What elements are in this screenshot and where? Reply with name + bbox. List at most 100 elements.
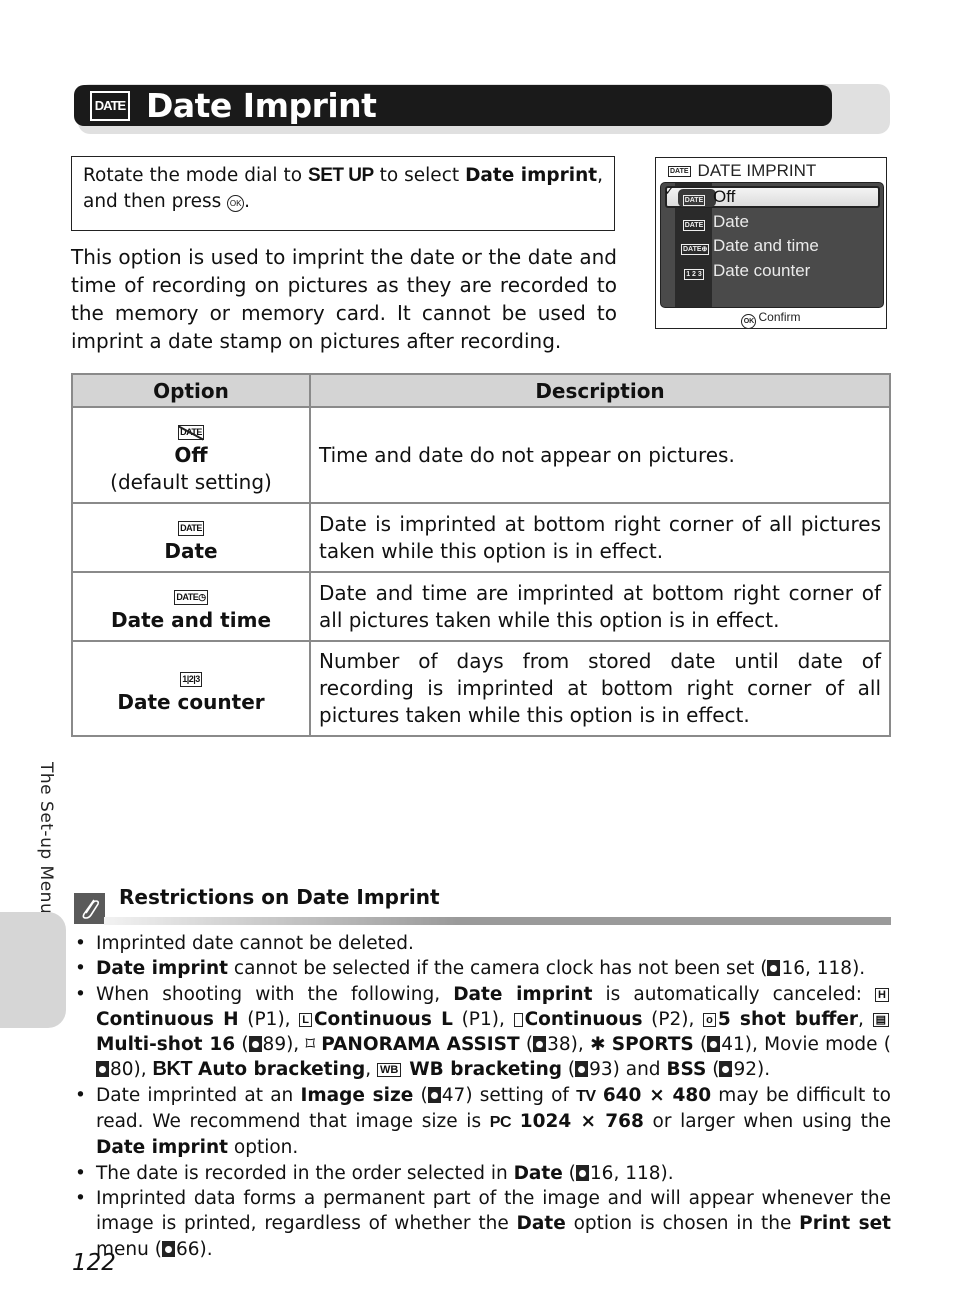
restrictions-rule — [104, 917, 891, 925]
bold-term: Auto bracketing — [198, 1059, 366, 1081]
bold-term: Date — [516, 1213, 566, 1235]
date-off-icon: DATE — [178, 424, 204, 440]
bullet-text: The date is recorded in the order select… — [96, 1162, 514, 1184]
bullet-text: or larger when using the — [643, 1111, 891, 1133]
bold-term: Date — [513, 1162, 563, 1184]
five-shot-buffer-icon: o — [703, 1012, 716, 1027]
list-item: Date imprint cannot be selected if the c… — [72, 956, 891, 982]
setup-mode-glyph: SET UP — [308, 165, 374, 186]
page-number: 122 — [72, 1250, 116, 1276]
page-ref-icon — [575, 1164, 589, 1181]
page-ref: 92 — [733, 1059, 758, 1081]
page-ref-icon — [719, 1061, 733, 1078]
bullet-text: ). — [852, 958, 866, 980]
icon-label: DATE⊕ — [681, 244, 710, 255]
page-ref: 38 — [547, 1034, 571, 1056]
date-counter-icon: 1 2 3 — [681, 261, 707, 281]
camera-confirm-hint: OK Confirm — [656, 310, 886, 329]
option-name: Off — [174, 442, 208, 467]
bold-term: 5 shot buffer — [717, 1008, 858, 1030]
description-cell: Date is imprinted at bottom right corner… — [309, 502, 891, 573]
bold-term: Multi-shot 16 — [96, 1034, 236, 1056]
instruction-text: to select — [373, 165, 466, 186]
section-thumb-tab — [0, 912, 66, 1028]
page-ref-icon — [248, 1036, 262, 1053]
bullet-text: ). — [660, 1162, 674, 1184]
date-icon: DATE — [681, 212, 707, 232]
date-icon: DATE — [668, 165, 691, 177]
continuous-h-icon: H — [875, 987, 889, 1002]
bullet-text: and — [619, 1059, 667, 1081]
table-row: DATE◷ Date and time Date and time are im… — [71, 571, 891, 642]
option-name: Date and time — [110, 607, 272, 632]
camera-menu-item-off[interactable]: DATE Off — [661, 185, 883, 209]
page-ref: 89 — [262, 1034, 287, 1056]
bold-term: Continuous — [524, 1008, 643, 1030]
option-cell: DATE◷ Date and time — [71, 571, 311, 642]
tv-size-icon: TV — [576, 1087, 596, 1105]
description-cell: Date and time are imprinted at bottom ri… — [309, 571, 891, 642]
ok-button-icon: OK — [227, 195, 245, 212]
pc-size-icon: PC — [489, 1114, 512, 1132]
confirm-label: Confirm — [758, 310, 801, 324]
camera-menu-item-date-and-time[interactable]: DATE⊕ Date and time — [661, 234, 883, 258]
date-icon: DATE — [90, 90, 130, 121]
camera-menu-item-label: Date and time — [713, 236, 819, 255]
camera-screen-title: DATE DATE IMPRINT — [668, 161, 816, 181]
wb-icon: WB — [377, 1063, 402, 1078]
bold-term: BSS — [666, 1059, 707, 1081]
page-ref-icon — [533, 1036, 547, 1053]
page-ref: 80 — [110, 1059, 134, 1081]
page-ref: 93 — [589, 1059, 613, 1081]
camera-menu-item-date-counter[interactable]: 1 2 3 Date counter — [661, 259, 883, 283]
section-side-label: The Set-up Menu — [36, 762, 56, 915]
table-row: 1|2|3 Date counter Number of days from s… — [71, 640, 891, 737]
page-ref: 16, 118 — [781, 958, 853, 980]
list-item: When shooting with the following, Date i… — [72, 982, 891, 1083]
instruction-box: Rotate the mode dial to SET UP to select… — [71, 156, 615, 231]
date-counter-icon: 1|2|3 — [180, 671, 202, 687]
bold-term: Print set — [799, 1213, 891, 1235]
page-ref-icon — [427, 1086, 441, 1103]
page-title: Date Imprint — [146, 86, 377, 125]
bold-term: Date imprint — [96, 958, 229, 980]
bullet-text: option is chosen in the — [565, 1213, 800, 1235]
sports-icon: ✱ — [590, 1034, 606, 1056]
bold-term: 1024 × 768 — [519, 1111, 644, 1133]
camera-screen: DATE DATE IMPRINT ✓ DATE Off DATE Date D… — [655, 157, 887, 329]
icon-label: DATE — [682, 195, 706, 206]
page-ref: 16, 118 — [589, 1162, 661, 1184]
table-row: DATE Date Date is imprinted at bottom ri… — [71, 502, 891, 573]
date-off-icon: DATE — [681, 187, 707, 207]
table-header-row: Option Description — [71, 373, 891, 408]
description-cell: Time and date do not appear on pictures. — [309, 406, 891, 504]
page-ref: 47 — [441, 1084, 466, 1106]
list-item: Imprinted data forms a permanent part of… — [72, 1186, 891, 1262]
continuous-l-icon: L — [299, 1012, 312, 1027]
bullet-text: Date imprinted at an — [96, 1084, 301, 1106]
option-cell: DATE Date — [71, 502, 311, 573]
bullet-text: (P1), — [452, 1008, 514, 1030]
bullet-text: option. — [228, 1137, 299, 1159]
page-ref-icon — [161, 1240, 175, 1257]
option-cell: 1|2|3 Date counter — [71, 640, 311, 737]
restrictions-title: Restrictions on Date Imprint — [119, 885, 440, 909]
date-time-icon: DATE⊕ — [681, 236, 710, 256]
bold-term: Continuous H — [96, 1008, 239, 1030]
page-ref-icon — [96, 1061, 109, 1078]
option-name: Date counter — [117, 689, 265, 714]
icon-label: 1 2 3 — [684, 269, 704, 280]
column-header-description: Description — [309, 373, 891, 408]
panorama-icon: ⌑ — [305, 1034, 315, 1056]
option-name: Date — [164, 538, 218, 563]
camera-menu-item-label: Off — [713, 187, 736, 206]
column-header-option: Option — [71, 373, 311, 408]
bullet-text: , — [858, 1008, 873, 1030]
list-item: Imprinted date cannot be deleted. — [72, 931, 891, 957]
instruction-text: . — [244, 191, 251, 212]
list-item: Date imprinted at an Image size (47) set… — [72, 1083, 891, 1161]
camera-menu-item-date[interactable]: DATE Date — [661, 210, 883, 234]
page-ref-icon — [707, 1036, 721, 1053]
camera-menu-title: DATE IMPRINT — [697, 161, 817, 180]
bullet-text: ). — [199, 1238, 213, 1260]
